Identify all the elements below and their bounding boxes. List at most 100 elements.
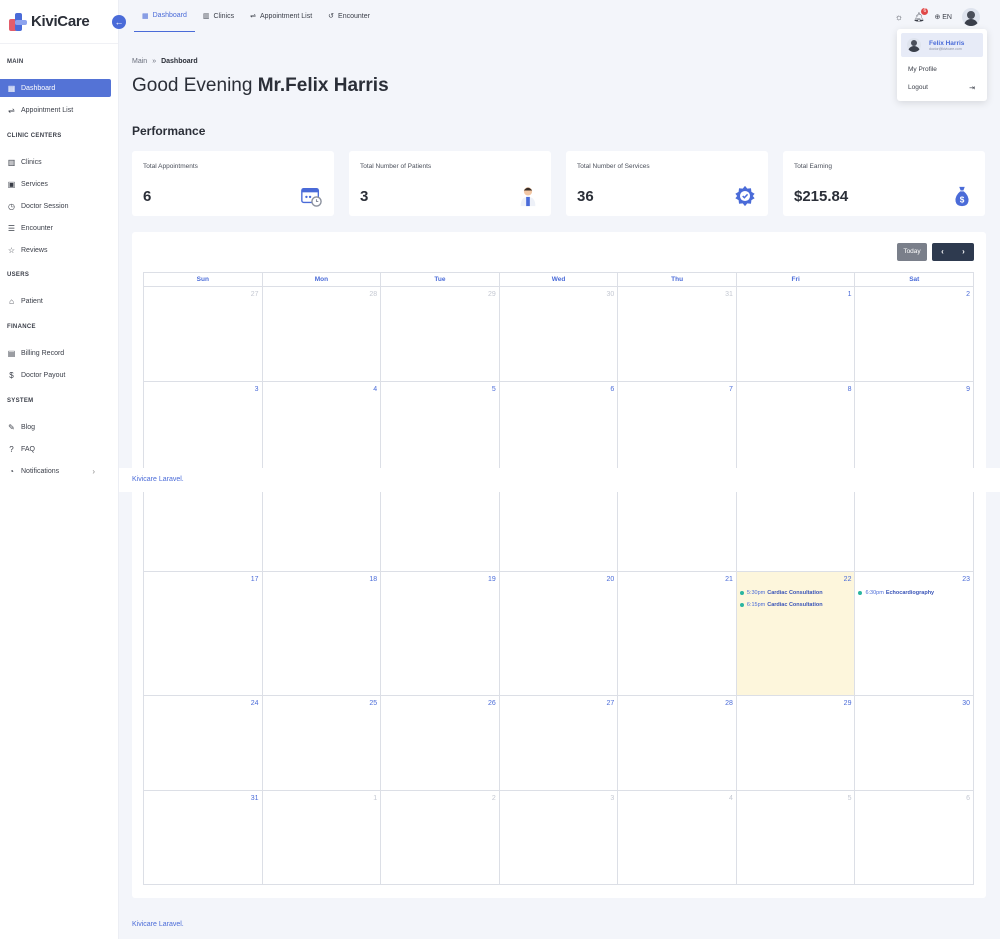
profile-email: doctor@kivicare.com <box>929 46 962 51</box>
sidebar-item-label: Clinics <box>21 158 42 166</box>
calendar-day-number: 23 <box>962 576 971 583</box>
notification-badge: 6 <box>921 7 929 15</box>
tab-encounter[interactable]: ↺ Encounter <box>320 0 378 32</box>
language-selector[interactable]: ⊕ EN <box>934 13 952 21</box>
calendar-day-cell[interactable]: 28 <box>263 287 382 381</box>
tab-clinics[interactable]: ▥ Clinics <box>195 0 242 32</box>
calendar-day-cell[interactable]: 29 <box>381 287 500 381</box>
sidebar-item-services[interactable]: ▣ Services <box>0 175 111 193</box>
sidebar-item-notifications[interactable]: ◔ Notifications › <box>0 462 111 480</box>
calendar-day-number: 31 <box>725 291 733 298</box>
calendar-day-cell[interactable]: 30 <box>855 696 973 790</box>
calendar-day-cell[interactable]: 27 <box>500 696 619 790</box>
event-time: 6:30pm <box>865 590 884 596</box>
calendar-day-cell[interactable]: 9 <box>855 382 973 476</box>
calendar-day-number: 8 <box>847 386 852 393</box>
notification-bell-icon[interactable]: 🔔︎ 6 <box>913 7 929 23</box>
calendar-next-button[interactable]: › <box>953 243 974 261</box>
calendar-day-cell[interactable]: 7 <box>618 382 737 476</box>
sidebar-section-clinic-centers: CLINIC CENTERS <box>7 133 62 139</box>
sidebar-item-blog[interactable]: ✎ Blog <box>0 418 111 436</box>
calendar-day-cell[interactable]: 4 <box>618 791 737 884</box>
calendar-day-cell[interactable]: 3 <box>500 791 619 884</box>
calendar-day-cell[interactable]: 25 <box>263 696 382 790</box>
calendar-day-cell[interactable]: 3 <box>144 382 263 476</box>
brand-logo[interactable]: KiviCare <box>0 0 118 44</box>
calendar-today-button[interactable]: Today <box>897 243 927 261</box>
logout-link[interactable]: Logout <box>908 84 928 91</box>
calendar-day-number: 3 <box>610 795 615 802</box>
sidebar-item-reviews[interactable]: ☆ Reviews <box>0 241 111 259</box>
sidebar-item-patient[interactable]: ⌂ Patient <box>0 292 111 310</box>
calendar-day-cell[interactable]: 31 <box>144 791 263 884</box>
calendar-day-cell[interactable]: 29 <box>737 696 856 790</box>
sidebar-item-label: Encounter <box>21 224 53 232</box>
clinic-icon: ▥ <box>7 157 16 167</box>
calendar-day-cell[interactable]: 17 <box>144 572 263 695</box>
calendar-day-cell[interactable]: 2 <box>381 791 500 884</box>
calendar-day-number: 7 <box>728 386 733 393</box>
calendar-day-number: 1 <box>373 795 378 802</box>
sidebar-item-appointment-list[interactable]: ⇌ Appointment List <box>0 101 111 119</box>
calendar-day-cell[interactable]: 5 <box>381 382 500 476</box>
calendar-event[interactable]: 5:30pm Cardiac Consultation <box>739 590 823 596</box>
sidebar-item-label: Doctor Payout <box>21 371 66 379</box>
calendar-event[interactable]: 6:30pm Echocardiography <box>858 590 934 596</box>
tab-dashboard[interactable]: ▦ Dashboard <box>134 0 195 32</box>
calendar-day-cell[interactable]: 23 6:30pm Echocardiography <box>855 572 973 695</box>
calendar-day-cell[interactable]: 1 <box>263 791 382 884</box>
weekday-thu: Thu <box>618 273 737 286</box>
calendar-day-cell[interactable]: 24 <box>144 696 263 790</box>
sidebar-collapse-button[interactable]: ← <box>112 15 126 29</box>
calendar-day-cell[interactable]: 1 <box>737 287 856 381</box>
calendar-day-cell[interactable]: 5 <box>737 791 856 884</box>
calendar-day-number: 17 <box>250 576 259 583</box>
calendar-day-cell[interactable]: 27 <box>144 287 263 381</box>
user-avatar[interactable] <box>962 8 980 26</box>
calendar-prev-button[interactable]: ‹ <box>932 243 953 261</box>
money-bag-icon: $ <box>955 186 969 207</box>
calendar-day-cell[interactable]: 30 <box>500 287 619 381</box>
calendar-day-cell[interactable]: 31 <box>618 287 737 381</box>
calendar-day-number: 24 <box>250 700 259 707</box>
calendar-day-cell[interactable]: 22 5:30pm Cardiac Consultation 6:15pm Cardia… <box>736 572 856 695</box>
calendar-day-cell[interactable]: 2 <box>855 287 973 381</box>
pencil-icon: ✎ <box>8 422 15 432</box>
sidebar-item-doctor-session[interactable]: ◷ Doctor Session <box>0 197 111 215</box>
calendar-day-cell[interactable]: 20 <box>500 572 619 695</box>
calendar-day-cell[interactable]: 4 <box>263 382 382 476</box>
calendar-day-number: 27 <box>250 291 259 298</box>
gear-badge-icon <box>735 185 755 207</box>
tab-appointment-list[interactable]: ⇌ Appointment List <box>242 0 320 32</box>
calendar-day-cell[interactable]: 28 <box>618 696 737 790</box>
sidebar-item-encounter[interactable]: ☰ Encounter <box>0 219 111 237</box>
sidebar-item-billing-record[interactable]: ▤ Billing Record <box>0 344 111 362</box>
sidebar-item-clinics[interactable]: ▥ Clinics <box>0 153 111 171</box>
calendar-day-cell[interactable]: 19 <box>381 572 500 695</box>
calendar-day-cell[interactable]: 26 <box>381 696 500 790</box>
calendar-day-number: 28 <box>369 291 378 298</box>
stat-label: Total Number of Patients <box>360 163 432 170</box>
calendar-day-cell[interactable]: 6 <box>855 791 973 884</box>
calendar-day-cell[interactable]: 21 <box>618 572 737 695</box>
my-profile-link[interactable]: My Profile <box>908 66 937 73</box>
calendar-day-cell[interactable]: 8 <box>737 382 856 476</box>
calendar-weekday-header: Sun Mon Tue Wed Thu Fri Sat <box>143 272 974 286</box>
calendar-day-number: 19 <box>487 576 496 583</box>
performance-title: Performance <box>132 124 206 138</box>
sidebar-item-label: Doctor Session <box>21 202 69 210</box>
sidebar-item-label: Dashboard <box>21 84 56 92</box>
calendar-day-cell[interactable]: 18 <box>263 572 382 695</box>
calendar-day-number: 30 <box>962 700 971 707</box>
page-greeting: Good Evening Mr.Felix Harris <box>132 75 389 97</box>
sun-icon[interactable]: ☼ <box>895 12 903 22</box>
breadcrumb-root[interactable]: Main <box>132 58 147 65</box>
calendar-event[interactable]: 6:15pm Cardiac Consultation <box>739 602 823 608</box>
calendar-day-cell[interactable]: 6 <box>500 382 619 476</box>
sidebar-item-dashboard[interactable]: ▦ Dashboard <box>0 79 111 97</box>
sidebar-item-doctor-payout[interactable]: $ Doctor Payout <box>0 366 111 384</box>
logout-icon[interactable]: ⇥ <box>969 84 975 92</box>
sidebar-item-faq[interactable]: ? FAQ <box>0 440 111 458</box>
clock-icon: ◷ <box>8 201 15 211</box>
stat-value: $215.84 <box>794 188 849 205</box>
